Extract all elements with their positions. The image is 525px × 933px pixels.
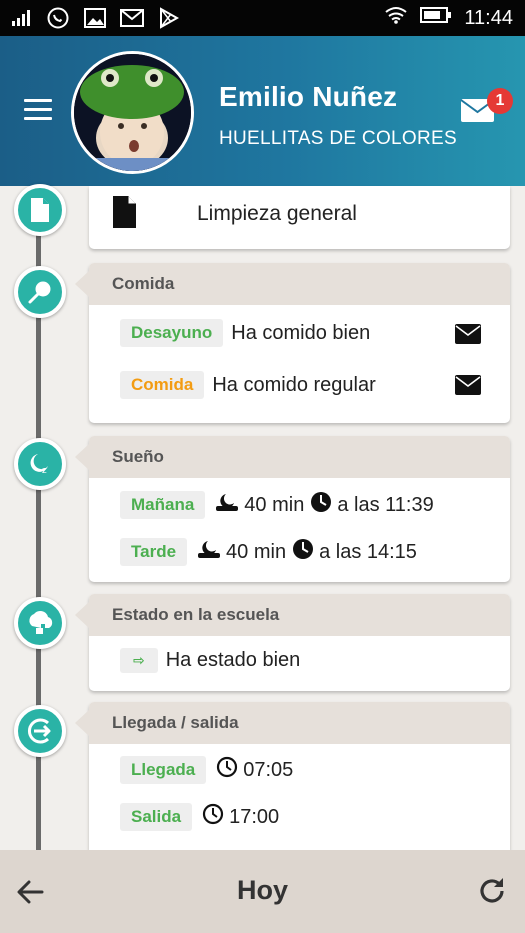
comida-row-desayuno: Desayuno Ha comido bien (120, 319, 370, 347)
sueno-row-manana: Mañana 40 min a las 11:39 (120, 491, 434, 519)
cleaning-timeline-icon (14, 184, 66, 236)
sueno-time-manana: a las 11:39 (337, 493, 434, 516)
menu-icon[interactable] (24, 99, 52, 121)
food-timeline-icon (14, 266, 66, 318)
card-limpieza: Limpieza general (89, 186, 510, 249)
comida-text-desayuno: Ha comido bien (231, 321, 371, 344)
unread-badge: 1 (487, 88, 513, 114)
gallery-icon (84, 8, 106, 33)
play-store-icon (158, 7, 180, 34)
status-arrow-tag: ⇨ (120, 648, 158, 673)
clock-icon (292, 538, 314, 566)
card-sueno: Sueño Mañana 40 min a las 11:39 Tarde 40… (75, 436, 510, 582)
sueno-duration-manana: 40 min (244, 493, 305, 516)
comida-title: Comida (75, 263, 510, 305)
sleep-icon (215, 492, 239, 518)
clock-outline-icon (216, 756, 238, 784)
whatsapp-icon (46, 6, 70, 35)
school-name: HUELLITAS DE COLORES (219, 128, 457, 149)
arrival-departure-timeline-icon (14, 705, 66, 757)
school-state-timeline-icon (14, 597, 66, 649)
tag-tarde: Tarde (120, 538, 188, 566)
llegada-time: 07:05 (243, 758, 294, 781)
estado-row: ⇨ Ha estado bien (120, 648, 300, 673)
message-icon-desayuno[interactable] (454, 323, 482, 350)
estado-title: Estado en la escuela (75, 594, 510, 636)
tag-desayuno: Desayuno (120, 319, 224, 347)
sueno-duration-tarde: 40 min (226, 540, 287, 563)
profile-header: Emilio Nuñez HUELLITAS DE COLORES 1 (0, 36, 525, 186)
estado-text: Ha estado bien (165, 649, 301, 671)
user-name: Emilio Nuñez (219, 81, 398, 112)
llegada-row-salida: Salida 17:00 (120, 803, 279, 831)
card-llegada: Llegada / salida Llegada 07:05 Salida 17… (75, 702, 510, 850)
status-bar: 11:44 (0, 0, 525, 36)
gmail-icon (120, 9, 144, 32)
signal-icon (12, 10, 32, 31)
message-icon-comida[interactable] (454, 374, 482, 401)
wifi-icon (384, 6, 408, 30)
date-title[interactable]: Hoy (0, 875, 525, 906)
sueno-row-tarde: Tarde 40 min a las 14:15 (120, 538, 417, 566)
bottom-bar: Hoy (0, 850, 525, 933)
card-estado: Estado en la escuela ⇨ Ha estado bien (75, 594, 510, 691)
clock-icon (310, 491, 332, 519)
tag-llegada: Llegada (120, 756, 207, 784)
sleep-timeline-icon: z (14, 438, 66, 490)
tag-salida: Salida (120, 803, 193, 831)
tag-comida: Comida (120, 371, 205, 399)
sueno-time-tarde: a las 14:15 (319, 540, 417, 563)
comida-text-comida: Ha comido regular (212, 373, 376, 396)
svg-text:z: z (42, 466, 47, 476)
tag-manana: Mañana (120, 491, 206, 519)
card-comida: Comida Desayuno Ha comido bien Comida Ha… (75, 263, 510, 423)
comida-row-comida: Comida Ha comido regular (120, 371, 376, 399)
salida-time: 17:00 (229, 805, 280, 828)
sueno-title: Sueño (75, 436, 510, 478)
llegada-row-llegada: Llegada 07:05 (120, 756, 293, 784)
limpieza-label: Limpieza general (197, 202, 357, 225)
clock-outline-icon (202, 803, 224, 831)
llegada-title: Llegada / salida (75, 702, 510, 744)
document-icon (111, 195, 137, 234)
avatar[interactable] (71, 51, 194, 174)
refresh-icon[interactable] (478, 876, 508, 906)
sleep-icon (197, 539, 221, 565)
status-time: 11:44 (464, 6, 513, 29)
battery-icon (420, 6, 452, 30)
